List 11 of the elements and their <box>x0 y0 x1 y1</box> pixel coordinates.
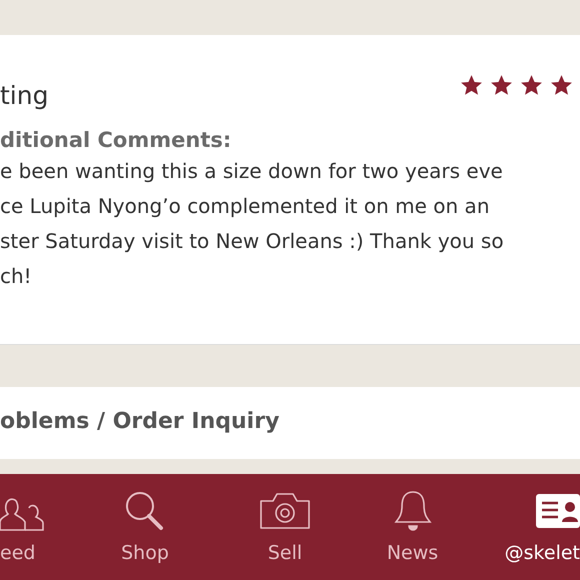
nav-tab[interactable]: News <box>325 490 500 570</box>
nav-tab[interactable]: eed <box>0 490 45 570</box>
order-inquiry-item[interactable]: oblems / Order Inquiry <box>0 387 580 459</box>
bell-icon <box>392 490 432 532</box>
rating-heading: ting <box>0 80 48 110</box>
comments-label: ditional Comments: <box>0 128 232 152</box>
nav-tab[interactable]: @skelet <box>500 490 580 570</box>
comment-text: e been wanting this a size down for two years eve ce Lupita Nyong’o complemented it on me on an ster Saturday visit to New Orleans :) Thank you so ch! <box>0 158 505 290</box>
camera-icon <box>259 491 311 531</box>
nav-tab[interactable]: Shop <box>45 490 245 570</box>
nav-tab[interactable]: Sell <box>245 490 325 570</box>
